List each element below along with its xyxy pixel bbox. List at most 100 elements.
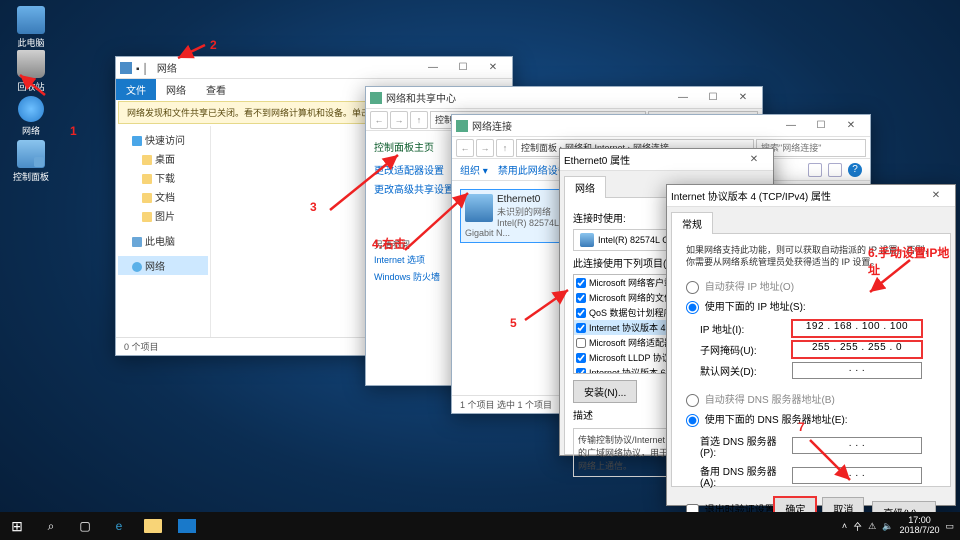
titlebar[interactable]: ▪ │ 网络 — ☐ ✕ <box>116 57 512 79</box>
chk[interactable] <box>576 353 586 363</box>
star-icon <box>132 136 142 146</box>
chk[interactable] <box>576 323 586 333</box>
window-title: 网络和共享中心 <box>386 90 668 105</box>
minimize-button[interactable]: — <box>668 88 698 108</box>
taskview-button[interactable]: ▢ <box>68 512 102 540</box>
nav-network[interactable]: 网络 <box>118 256 208 275</box>
taskbar-app[interactable] <box>170 512 204 540</box>
maximize-button[interactable]: ☐ <box>448 58 478 78</box>
tab-network[interactable]: 网络 <box>564 176 606 198</box>
nav-pictures[interactable]: 图片 <box>118 206 208 225</box>
pc-icon <box>132 237 142 247</box>
radio-auto-dns[interactable]: 自动获得 DNS 服务器地址(B) <box>686 389 936 409</box>
gateway-label: 默认网关(D): <box>700 363 792 378</box>
desktop-icon-network[interactable]: 网络 <box>6 96 56 137</box>
tab-network[interactable]: 网络 <box>156 79 196 100</box>
close-button[interactable]: ✕ <box>728 88 758 108</box>
view-icon[interactable] <box>808 163 822 177</box>
desktop-icon-thispc[interactable]: 此电脑 <box>6 6 56 49</box>
radio-auto-ip[interactable]: 自动获得 IP 地址(O) <box>686 276 936 296</box>
chk[interactable] <box>576 278 586 288</box>
radio-manual-dns[interactable]: 使用下面的 DNS 服务器地址(E): <box>686 409 936 429</box>
folder-icon <box>142 155 152 165</box>
tab-view[interactable]: 查看 <box>196 79 236 100</box>
nav-documents[interactable]: 文档 <box>118 187 208 206</box>
ip-label: IP 地址(I): <box>700 321 792 336</box>
tray-network-icon[interactable]: ⚠ <box>868 521 876 532</box>
ip-address-input[interactable]: 192 . 168 . 100 . 100 <box>792 320 922 337</box>
chk[interactable] <box>576 293 586 303</box>
app-icon <box>120 62 132 74</box>
install-button[interactable]: 安装(N)... <box>573 380 637 403</box>
gateway-input[interactable]: . . . <box>792 362 922 379</box>
folder-icon <box>142 212 152 222</box>
label: 网络 <box>22 126 40 136</box>
toolbar-disable[interactable]: 禁用此网络设备 <box>498 162 568 177</box>
maximize-button[interactable]: ☐ <box>806 116 836 136</box>
nic-icon <box>580 233 594 247</box>
label: 此电脑 <box>17 38 44 48</box>
chk[interactable] <box>576 308 586 318</box>
folder-icon <box>142 174 152 184</box>
anno-1: 1 <box>70 124 77 138</box>
close-button[interactable]: ✕ <box>921 186 951 206</box>
desktop-icon-recyclebin[interactable]: 回收站 <box>6 50 56 93</box>
nav-fwd[interactable]: → <box>390 111 408 129</box>
minimize-button[interactable]: — <box>776 116 806 136</box>
dns1-input[interactable]: . . . <box>792 437 922 454</box>
titlebar[interactable]: 网络和共享中心 — ☐ ✕ <box>366 87 762 109</box>
taskbar-explorer[interactable] <box>136 512 170 540</box>
subnet-mask-input[interactable]: 255 . 255 . 255 . 0 <box>792 341 922 358</box>
dialog-ipv4-properties: Internet 协议版本 4 (TCP/IPv4) 属性 ✕ 常规 如果网络支… <box>666 184 956 506</box>
desktop-icon-controlpanel[interactable]: 控制面板 <box>6 140 56 183</box>
titlebar[interactable]: Internet 协议版本 4 (TCP/IPv4) 属性 ✕ <box>667 185 955 207</box>
help-icon[interactable]: ? <box>848 163 862 177</box>
dns1-label: 首选 DNS 服务器(P): <box>700 433 792 459</box>
dns2-label: 备用 DNS 服务器(A): <box>700 463 792 489</box>
adapter-icon <box>465 194 493 222</box>
start-button[interactable]: ⊞ <box>0 512 34 540</box>
chk[interactable] <box>576 338 586 348</box>
tray-volume-icon[interactable]: 🔈 <box>882 521 893 532</box>
nav-downloads[interactable]: 下载 <box>118 168 208 187</box>
titlebar[interactable]: Ethernet0 属性 ✕ <box>560 149 773 171</box>
nav-fwd[interactable]: → <box>476 139 494 157</box>
nav-pane: 快速访问 桌面 下载 文档 图片 此电脑 网络 <box>116 126 211 338</box>
dns2-input[interactable]: . . . <box>792 467 922 484</box>
nav-back[interactable]: ← <box>370 111 388 129</box>
nav-desktop[interactable]: 桌面 <box>118 149 208 168</box>
taskbar: ⊞ ⌕ ▢ e ˄ 㐃 ⚠ 🔈 17:00 2018/7/20 ▭ <box>0 512 960 540</box>
tab-file[interactable]: 文件 <box>116 79 156 100</box>
minimize-button[interactable]: — <box>418 58 448 78</box>
radio-manual-ip[interactable]: 使用下面的 IP 地址(S): <box>686 296 936 316</box>
folder-icon <box>142 193 152 203</box>
dialog-title: Ethernet0 属性 <box>564 152 739 167</box>
toolbar-organize[interactable]: 组织 ▾ <box>460 162 488 177</box>
clock[interactable]: 17:00 2018/7/20 <box>899 516 939 536</box>
nav-thispc[interactable]: 此电脑 <box>118 231 208 250</box>
system-tray[interactable]: ˄ 㐃 ⚠ 🔈 17:00 2018/7/20 ▭ <box>842 516 960 536</box>
dialog-title: Internet 协议版本 4 (TCP/IPv4) 属性 <box>671 188 921 203</box>
layout-icon[interactable] <box>828 163 842 177</box>
tray-notifications-icon[interactable]: ▭ <box>945 521 954 532</box>
nav-up[interactable]: ↑ <box>496 139 514 157</box>
nav-back[interactable]: ← <box>456 139 474 157</box>
maximize-button[interactable]: ☐ <box>698 88 728 108</box>
tray-up-icon[interactable]: ˄ <box>842 521 847 531</box>
search-button[interactable]: ⌕ <box>34 512 68 540</box>
app-icon <box>370 92 382 104</box>
taskbar-ie[interactable]: e <box>102 512 136 540</box>
close-button[interactable]: ✕ <box>739 150 769 170</box>
label: 回收站 <box>17 82 44 92</box>
chk[interactable] <box>576 368 586 375</box>
tray-ime-icon[interactable]: 㐃 <box>853 520 862 533</box>
titlebar[interactable]: 网络连接 — ☐ ✕ <box>452 115 870 137</box>
explanation-text: 如果网络支持此功能，则可以获取自动指派的 IP 设置。否则，你需要从网络系统管理… <box>686 244 936 268</box>
close-button[interactable]: ✕ <box>478 58 508 78</box>
mask-label: 子网掩码(U): <box>700 342 792 357</box>
window-title: ▪ │ 网络 <box>136 60 418 75</box>
nav-quickaccess[interactable]: 快速访问 <box>118 130 208 149</box>
nav-up[interactable]: ↑ <box>410 111 428 129</box>
close-button[interactable]: ✕ <box>836 116 866 136</box>
tab-general[interactable]: 常规 <box>671 212 713 234</box>
